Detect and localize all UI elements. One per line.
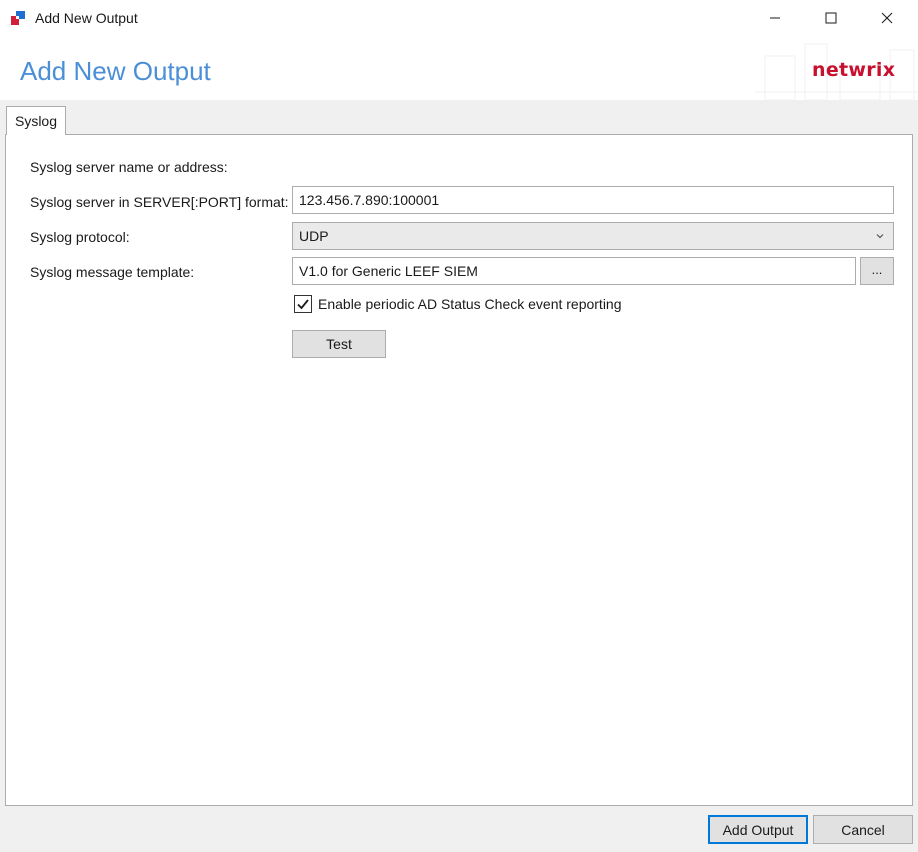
protocol-select-value: UDP [299,228,329,244]
tab-syslog[interactable]: Syslog [6,106,66,135]
browse-template-button[interactable]: ... [860,257,894,285]
server-input-value: 123.456.7.890:100001 [299,192,440,208]
add-output-button[interactable]: Add Output [708,815,808,844]
maximize-button[interactable] [808,0,854,36]
minimize-button[interactable] [752,0,798,36]
cancel-button[interactable]: Cancel [813,815,913,844]
checkmark-icon [297,299,309,310]
dialog-header: Add New Output netwrix [0,36,918,100]
test-button[interactable]: Test [292,330,386,358]
template-input-value: V1.0 for Generic LEEF SIEM [299,263,478,279]
status-check-checkbox[interactable] [294,295,312,313]
title-bar: Add New Output [0,0,918,36]
server-section-label: Syslog server name or address: [30,159,228,175]
protocol-select[interactable]: UDP [292,222,894,250]
app-icon [10,9,28,27]
page-title: Add New Output [20,56,211,86]
template-input[interactable]: V1.0 for Generic LEEF SIEM [292,257,856,285]
template-label: Syslog message template: [30,264,195,280]
status-check-label[interactable]: Enable periodic AD Status Check event re… [318,296,622,312]
window-title: Add New Output [35,10,138,26]
chevron-down-icon [876,234,884,239]
minimize-icon [770,17,780,19]
maximize-icon [825,12,837,24]
server-label: Syslog server in SERVER[:PORT] format: [30,194,289,210]
server-input[interactable]: 123.456.7.890:100001 [292,186,894,214]
close-button[interactable] [864,0,910,36]
close-icon [881,12,893,24]
protocol-label: Syslog protocol: [30,229,130,245]
netwrix-logo: netwrix [812,59,896,81]
